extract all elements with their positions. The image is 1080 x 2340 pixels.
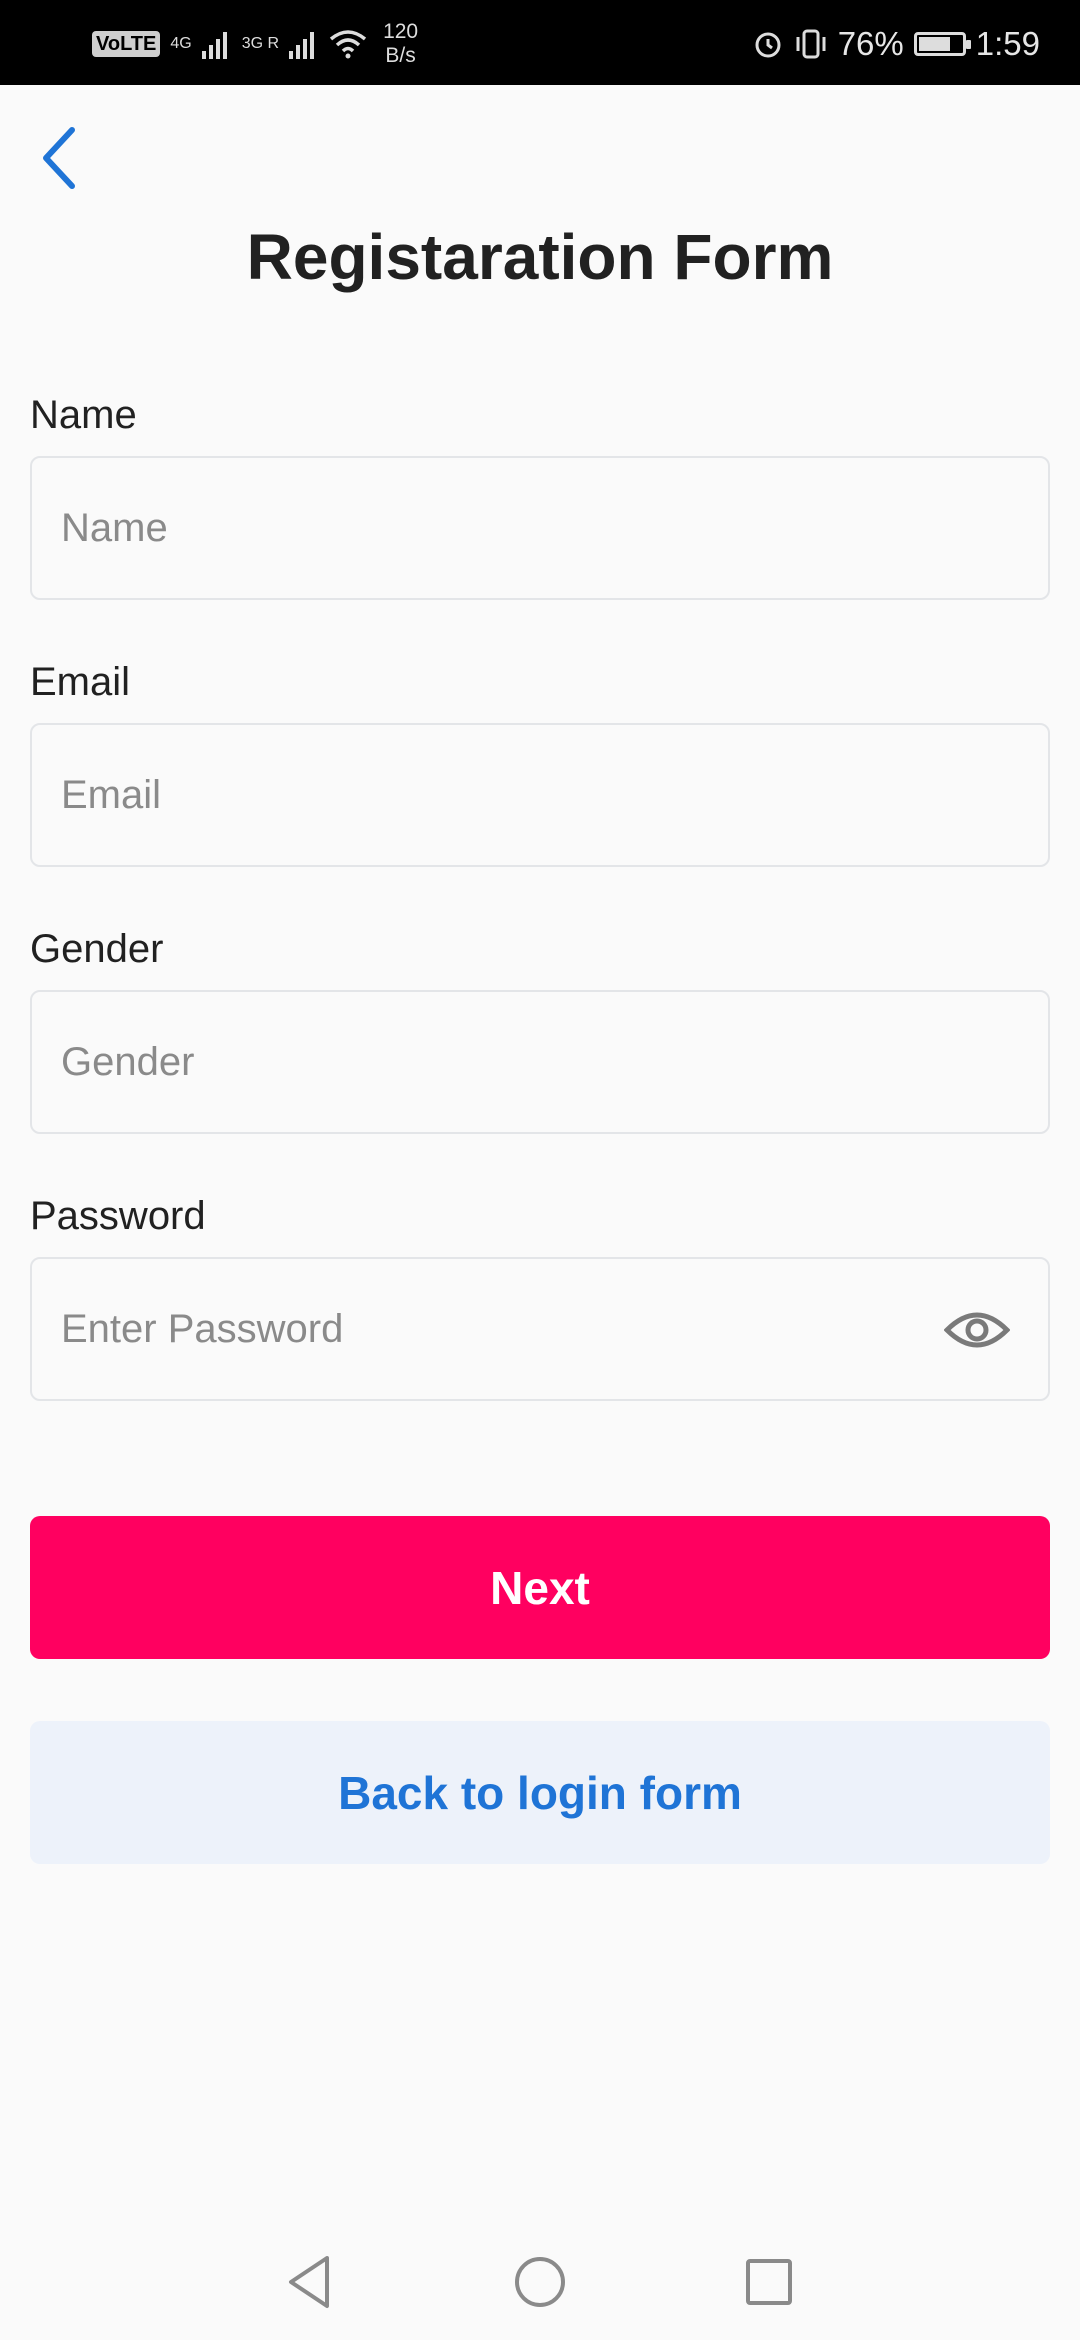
back-to-login-button[interactable]: Back to login form: [30, 1721, 1050, 1864]
square-recents-icon: [746, 2259, 792, 2305]
name-input[interactable]: [32, 457, 1048, 599]
chevron-left-icon: [43, 127, 75, 189]
battery-icon: [913, 32, 971, 56]
password-label: Password: [30, 1194, 206, 1238]
battery-percent: 76%: [837, 25, 904, 62]
signal-icon: [289, 32, 315, 59]
status-right: 76% 1:59: [752, 14, 1040, 74]
status-bar: VoLTE 4G 3G R 120 B/s 76% 1:59: [0, 0, 1080, 85]
speed-unit: B/s: [385, 44, 416, 67]
status-left: VoLTE 4G 3G R 120 B/s: [92, 14, 418, 74]
network-speed: 120 B/s: [383, 20, 418, 68]
name-field-box: [30, 456, 1050, 600]
nav-home-button[interactable]: [500, 2242, 580, 2322]
password-visibility-toggle[interactable]: [942, 1295, 1012, 1365]
next-button[interactable]: Next: [30, 1516, 1050, 1659]
network-type-2: 3G R: [241, 35, 280, 52]
speed-value: 120: [383, 20, 419, 43]
alarm-icon: [755, 32, 781, 58]
gender-field-box: [30, 990, 1050, 1134]
password-field-box: [30, 1257, 1050, 1401]
name-label: Name: [30, 393, 137, 437]
gender-input[interactable]: [32, 991, 1048, 1133]
nav-recents-button[interactable]: [729, 2242, 809, 2322]
network-type-1: 4G: [170, 35, 192, 52]
email-label: Email: [30, 660, 131, 704]
page-title: Registaration Form: [246, 221, 834, 293]
nav-back-button[interactable]: [269, 2242, 349, 2322]
system-nav-bar: [0, 2220, 1080, 2340]
vibrate-icon: [796, 29, 826, 59]
back-button[interactable]: [28, 120, 88, 196]
triangle-back-icon: [289, 2256, 329, 2308]
email-input[interactable]: [32, 724, 1048, 866]
email-field-box: [30, 723, 1050, 867]
password-input[interactable]: [32, 1258, 1048, 1400]
battery-level-fill: [918, 37, 950, 51]
wifi-icon: [329, 30, 367, 59]
clock: 1:59: [975, 25, 1040, 62]
signal-icon: [201, 32, 227, 59]
volte-badge: VoLTE: [92, 31, 161, 57]
gender-label: Gender: [30, 927, 164, 971]
eye-icon: [944, 1312, 1010, 1348]
circle-home-icon: [515, 2257, 565, 2307]
